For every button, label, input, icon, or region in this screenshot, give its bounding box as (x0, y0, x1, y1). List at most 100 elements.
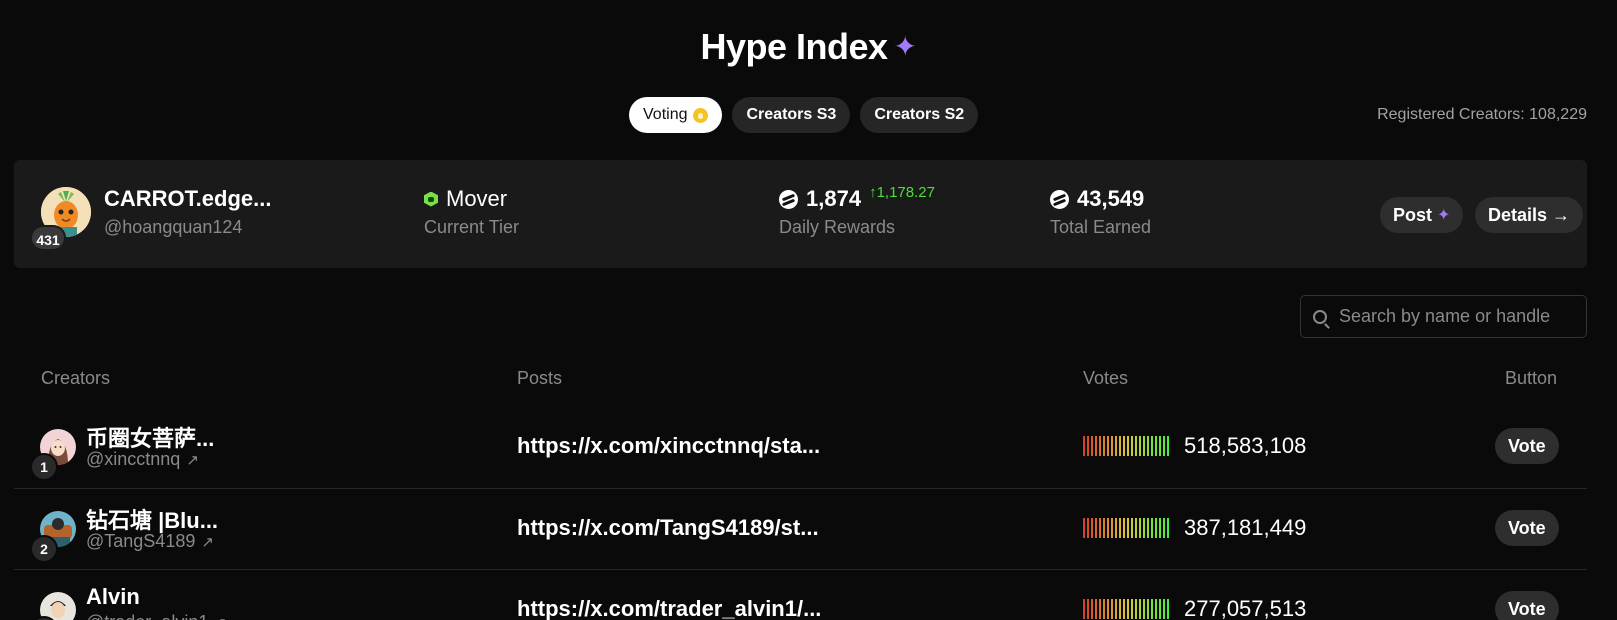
total-earned-label: Total Earned (1050, 217, 1152, 237)
heat-bar-tick (1095, 518, 1097, 538)
creator-handle-link[interactable]: @xincctnnq ↗ (86, 449, 199, 470)
external-link-icon: ↗ (186, 452, 199, 469)
table-row: 2 钻石塘 |Blu... @TangS4189 ↗ https://x.com/… (14, 488, 1587, 569)
vote-count: 518,583,108 (1184, 433, 1307, 458)
heat-bar-tick (1143, 599, 1145, 619)
tab-creators-s2[interactable]: Creators S2 (860, 97, 979, 133)
vote-button[interactable]: Vote (1495, 510, 1559, 546)
heat-bar-tick (1151, 599, 1153, 619)
daily-rewards-delta: ↑1,178.27 (869, 184, 935, 201)
rank-badge: 2 (30, 535, 58, 563)
heat-bar-tick (1111, 518, 1113, 538)
heat-bar-tick (1159, 518, 1161, 538)
heat-bar-tick (1099, 518, 1101, 538)
heat-bar-tick (1099, 599, 1101, 619)
heat-bar-tick (1163, 518, 1165, 538)
tab-bar: Voting Creators S3 Creators S2 (629, 97, 979, 133)
heat-bar-tick (1147, 436, 1149, 456)
sparkle-icon: ✦ (893, 31, 917, 62)
heat-bar-tick (1127, 436, 1129, 456)
heat-bar-tick (1135, 436, 1137, 456)
heat-bar-tick (1159, 599, 1161, 619)
vote-button[interactable]: Vote (1495, 591, 1559, 620)
heat-bar-tick (1115, 518, 1117, 538)
heat-bar-tick (1155, 436, 1157, 456)
heat-bar-tick (1087, 599, 1089, 619)
heat-bar-tick (1127, 518, 1129, 538)
tab-creators-s2-label: Creators S2 (874, 106, 965, 123)
tier-name: Mover (446, 186, 508, 211)
table-row: 3 Alvin @trader_alvin1↗ https://x.com/tr… (14, 569, 1587, 620)
heat-bar-tick (1087, 436, 1089, 456)
post-link[interactable]: https://x.com/TangS4189/st... (517, 515, 819, 541)
rank-badge: 1 (30, 453, 58, 481)
vote-count: 277,057,513 (1184, 596, 1307, 620)
heat-bar-tick (1111, 599, 1113, 619)
search-input[interactable] (1339, 306, 1579, 327)
heat-bar-tick (1095, 599, 1097, 619)
column-header-posts: Posts (517, 368, 563, 388)
tab-voting[interactable]: Voting (629, 97, 723, 133)
creator-handle-link[interactable]: @trader_alvin1 ↗ (86, 612, 227, 620)
creator-name: Alvin (86, 584, 140, 609)
heat-bar-tick (1095, 436, 1097, 456)
sparkle-icon: ✦ (1437, 207, 1451, 224)
heat-bar-tick (1083, 518, 1085, 538)
heat-bar-tick (1143, 436, 1145, 456)
heat-bar-tick (1103, 518, 1105, 538)
creator-handle-link[interactable]: @TangS4189 ↗ (86, 531, 214, 552)
heat-bar-tick (1119, 518, 1121, 538)
heat-bar-tick (1131, 599, 1133, 619)
tab-creators-s3-label: Creators S3 (746, 106, 837, 123)
heat-bar-tick (1135, 599, 1137, 619)
heat-bar-tick (1159, 436, 1161, 456)
creator-handle: @TangS4189 (86, 531, 196, 551)
heat-bar-tick (1163, 599, 1165, 619)
tier-label: Current Tier (424, 217, 520, 237)
post-link[interactable]: https://x.com/trader_alvin1/... (517, 596, 821, 620)
heat-bar-tick (1107, 518, 1109, 538)
creator-handle: @xincctnnq (86, 449, 181, 469)
tier-value: Mover (424, 186, 507, 212)
column-header-button: Button (1505, 368, 1558, 388)
my-creator-handle: @hoangquan124 (104, 217, 243, 237)
heat-bar-tick (1107, 436, 1109, 456)
vote-heat-bar (1083, 436, 1169, 456)
heat-bar-tick (1107, 599, 1109, 619)
heat-bar-tick (1099, 436, 1101, 456)
heat-bar-tick (1123, 436, 1125, 456)
heat-bar-tick (1103, 599, 1105, 619)
heat-bar-tick (1167, 518, 1169, 538)
heat-bar-tick (1151, 518, 1153, 538)
details-button[interactable]: Details → (1475, 197, 1584, 233)
my-rank-badge: 431 (30, 225, 66, 251)
heat-bar-tick (1127, 599, 1129, 619)
daily-rewards-amount: 1,874 (806, 186, 862, 211)
post-button[interactable]: Post ✦ (1380, 197, 1464, 233)
heat-bar-tick (1147, 518, 1149, 538)
heat-bar-tick (1083, 436, 1085, 456)
search-box (1300, 295, 1587, 338)
search-icon (1313, 309, 1327, 324)
heat-bar-tick (1123, 599, 1125, 619)
heat-bar-tick (1163, 436, 1165, 456)
heat-bar-tick (1139, 599, 1141, 619)
column-header-votes: Votes (1083, 368, 1129, 388)
heat-bar-tick (1091, 599, 1093, 619)
vote-button[interactable]: Vote (1495, 428, 1559, 464)
post-link[interactable]: https://x.com/xincctnnq/sta... (517, 433, 820, 459)
registered-creators-count: Registered Creators: 108,229 (1377, 106, 1587, 123)
arrow-right-icon: → (1552, 204, 1571, 225)
table-row: 1 币圈女菩萨... @xincctnnq ↗ https://x.com/xin… (14, 407, 1587, 488)
tab-voting-label: Voting (643, 106, 688, 123)
my-creator-card: 431 CARROT.edge... @hoangquan124 Mover C… (14, 160, 1587, 268)
tab-creators-s3[interactable]: Creators S3 (732, 97, 851, 133)
heat-bar-tick (1123, 518, 1125, 538)
tier-badge-icon (424, 191, 438, 207)
heat-bar-tick (1167, 436, 1169, 456)
vote-count: 387,181,449 (1184, 515, 1307, 540)
heat-bar-tick (1115, 436, 1117, 456)
coin-icon (1050, 189, 1069, 209)
coin-icon (779, 189, 798, 209)
heat-bar-tick (1139, 436, 1141, 456)
